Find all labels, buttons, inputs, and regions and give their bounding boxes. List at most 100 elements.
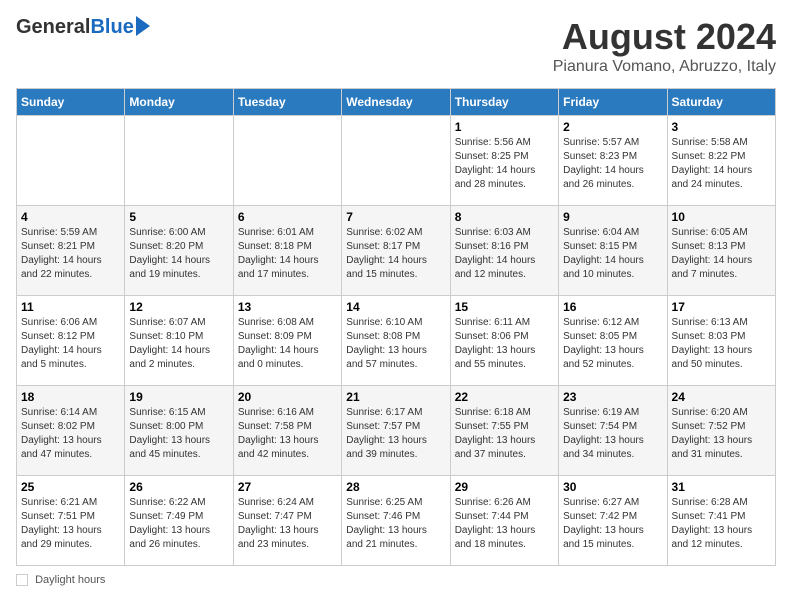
calendar-cell: 28Sunrise: 6:25 AM Sunset: 7:46 PM Dayli… [342,476,450,566]
day-info: Sunrise: 6:08 AM Sunset: 8:09 PM Dayligh… [238,316,337,372]
day-number: 18 [21,390,120,404]
day-number: 22 [455,390,554,404]
day-info: Sunrise: 5:56 AM Sunset: 8:25 PM Dayligh… [455,136,554,192]
calendar-table: SundayMondayTuesdayWednesdayThursdayFrid… [16,88,776,566]
day-number: 4 [21,210,120,224]
day-number: 6 [238,210,337,224]
day-info: Sunrise: 6:12 AM Sunset: 8:05 PM Dayligh… [563,316,662,372]
calendar-footer: Daylight hours [16,574,776,586]
day-info: Sunrise: 6:27 AM Sunset: 7:42 PM Dayligh… [563,496,662,552]
day-info: Sunrise: 5:57 AM Sunset: 8:23 PM Dayligh… [563,136,662,192]
day-number: 12 [129,300,228,314]
calendar-cell: 22 Sunrise: 6:18 AM Sunset: 7:55 PM Dayli… [450,386,558,476]
calendar-cell: 7 Sunrise: 6:02 AM Sunset: 8:17 PM Daylig… [342,206,450,296]
day-number: 16 [563,300,662,314]
day-info: Sunrise: 6:05 AM Sunset: 8:13 PM Dayligh… [672,226,771,282]
calendar-cell: 2 Sunrise: 5:57 AM Sunset: 8:23 PM Daylig… [559,116,667,206]
calendar-cell: 10 Sunrise: 6:05 AM Sunset: 8:13 PM Dayli… [667,206,775,296]
day-number: 2 [563,120,662,134]
day-number: 23 [563,390,662,404]
day-info: Sunrise: 6:28 AM Sunset: 7:41 PM Dayligh… [672,496,771,552]
day-info: Sunrise: 5:58 AM Sunset: 8:22 PM Dayligh… [672,136,771,192]
calendar-cell: 18 Sunrise: 6:14 AM Sunset: 8:02 PM Dayli… [17,386,125,476]
page-header: General Blue August 2024 Pianura Vomano,… [16,16,776,76]
logo-arrow-icon [136,16,150,36]
calendar-cell [233,116,341,206]
day-info: Sunrise: 6:17 AM Sunset: 7:57 PM Dayligh… [346,406,445,462]
day-info: Sunrise: 6:25 AM Sunset: 7:46 PM Dayligh… [346,496,445,552]
day-number: 9 [563,210,662,224]
day-number: 7 [346,210,445,224]
calendar-cell: 31Sunrise: 6:28 AM Sunset: 7:41 PM Dayli… [667,476,775,566]
day-info: Sunrise: 6:06 AM Sunset: 8:12 PM Dayligh… [21,316,120,372]
day-info: Sunrise: 6:02 AM Sunset: 8:17 PM Dayligh… [346,226,445,282]
day-number: 1 [455,120,554,134]
day-info: Sunrise: 6:07 AM Sunset: 8:10 PM Dayligh… [129,316,228,372]
calendar-cell: 11Sunrise: 6:06 AM Sunset: 8:12 PM Dayli… [17,296,125,386]
location-subtitle: Pianura Vomano, Abruzzo, Italy [553,58,776,76]
calendar-cell: 19Sunrise: 6:15 AM Sunset: 8:00 PM Dayli… [125,386,233,476]
calendar-cell [125,116,233,206]
day-number: 14 [346,300,445,314]
day-info: Sunrise: 6:22 AM Sunset: 7:49 PM Dayligh… [129,496,228,552]
calendar-week-row: 25 Sunrise: 6:21 AM Sunset: 7:51 PM Dayli… [17,476,776,566]
day-info: Sunrise: 6:13 AM Sunset: 8:03 PM Dayligh… [672,316,771,372]
day-info: Sunrise: 6:03 AM Sunset: 8:16 PM Dayligh… [455,226,554,282]
calendar-cell: 27 Sunrise: 6:24 AM Sunset: 7:47 PM Dayli… [233,476,341,566]
day-info: Sunrise: 5:59 AM Sunset: 8:21 PM Dayligh… [21,226,120,282]
calendar-week-row: 18 Sunrise: 6:14 AM Sunset: 8:02 PM Dayli… [17,386,776,476]
calendar-week-row: 4 Sunrise: 5:59 AM Sunset: 8:21 PM Daylig… [17,206,776,296]
calendar-week-row: 1 Sunrise: 5:56 AM Sunset: 8:25 PM Daylig… [17,116,776,206]
day-number: 27 [238,480,337,494]
calendar-cell: 23Sunrise: 6:19 AM Sunset: 7:54 PM Dayli… [559,386,667,476]
calendar-cell: 6 Sunrise: 6:01 AM Sunset: 8:18 PM Daylig… [233,206,341,296]
day-info: Sunrise: 6:26 AM Sunset: 7:44 PM Dayligh… [455,496,554,552]
calendar-cell: 4 Sunrise: 5:59 AM Sunset: 8:21 PM Daylig… [17,206,125,296]
day-info: Sunrise: 6:20 AM Sunset: 7:52 PM Dayligh… [672,406,771,462]
calendar-cell: 15 Sunrise: 6:11 AM Sunset: 8:06 PM Dayli… [450,296,558,386]
calendar-cell [342,116,450,206]
calendar-cell: 17Sunrise: 6:13 AM Sunset: 8:03 PM Dayli… [667,296,775,386]
calendar-cell: 24 Sunrise: 6:20 AM Sunset: 7:52 PM Dayli… [667,386,775,476]
calendar-cell: 5Sunrise: 6:00 AM Sunset: 8:20 PM Daylig… [125,206,233,296]
day-number: 8 [455,210,554,224]
calendar-cell: 12 Sunrise: 6:07 AM Sunset: 8:10 PM Dayli… [125,296,233,386]
daylight-label: Daylight hours [35,574,105,586]
logo-general-text: General [16,16,90,39]
month-year-title: August 2024 [553,16,776,58]
calendar-cell: 16 Sunrise: 6:12 AM Sunset: 8:05 PM Dayli… [559,296,667,386]
day-number: 19 [129,390,228,404]
weekday-header-sunday: Sunday [17,89,125,116]
calendar-week-row: 11Sunrise: 6:06 AM Sunset: 8:12 PM Dayli… [17,296,776,386]
day-info: Sunrise: 6:18 AM Sunset: 7:55 PM Dayligh… [455,406,554,462]
day-info: Sunrise: 6:01 AM Sunset: 8:18 PM Dayligh… [238,226,337,282]
day-number: 24 [672,390,771,404]
day-number: 29 [455,480,554,494]
day-number: 15 [455,300,554,314]
day-info: Sunrise: 6:04 AM Sunset: 8:15 PM Dayligh… [563,226,662,282]
calendar-cell: 30Sunrise: 6:27 AM Sunset: 7:42 PM Dayli… [559,476,667,566]
calendar-cell [17,116,125,206]
day-number: 13 [238,300,337,314]
weekday-header-thursday: Thursday [450,89,558,116]
weekday-header-tuesday: Tuesday [233,89,341,116]
day-info: Sunrise: 6:00 AM Sunset: 8:20 PM Dayligh… [129,226,228,282]
calendar-cell: 9 Sunrise: 6:04 AM Sunset: 8:15 PM Daylig… [559,206,667,296]
day-info: Sunrise: 6:24 AM Sunset: 7:47 PM Dayligh… [238,496,337,552]
day-number: 21 [346,390,445,404]
calendar-cell: 29 Sunrise: 6:26 AM Sunset: 7:44 PM Dayli… [450,476,558,566]
calendar-cell: 21 Sunrise: 6:17 AM Sunset: 7:57 PM Dayli… [342,386,450,476]
day-number: 3 [672,120,771,134]
day-info: Sunrise: 6:21 AM Sunset: 7:51 PM Dayligh… [21,496,120,552]
daylight-box-icon [16,574,28,586]
day-number: 25 [21,480,120,494]
day-number: 10 [672,210,771,224]
calendar-cell: 3 Sunrise: 5:58 AM Sunset: 8:22 PM Daylig… [667,116,775,206]
calendar-cell: 8 Sunrise: 6:03 AM Sunset: 8:16 PM Daylig… [450,206,558,296]
day-info: Sunrise: 6:11 AM Sunset: 8:06 PM Dayligh… [455,316,554,372]
day-info: Sunrise: 6:14 AM Sunset: 8:02 PM Dayligh… [21,406,120,462]
day-info: Sunrise: 6:10 AM Sunset: 8:08 PM Dayligh… [346,316,445,372]
weekday-header-wednesday: Wednesday [342,89,450,116]
day-number: 20 [238,390,337,404]
weekday-header-monday: Monday [125,89,233,116]
